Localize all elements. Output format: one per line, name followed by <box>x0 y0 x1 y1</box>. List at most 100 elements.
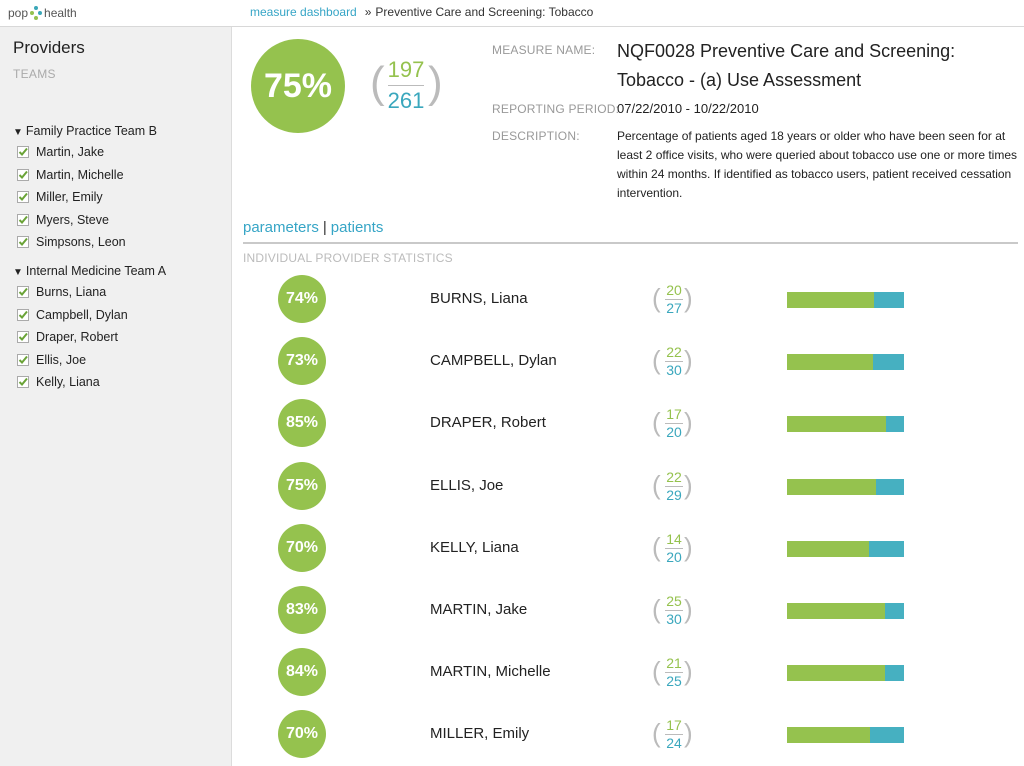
progress-bar-fill <box>787 416 886 433</box>
progress-bar-fill <box>787 665 885 682</box>
provider-numerator: 17 <box>666 406 682 423</box>
checkbox-checked-icon[interactable] <box>17 376 29 389</box>
checkbox-checked-icon[interactable] <box>17 331 29 344</box>
provider-progress-bar <box>787 416 904 433</box>
checkbox-checked-icon[interactable] <box>17 146 29 158</box>
provider-stat-name[interactable]: MILLER, Emily <box>430 725 529 742</box>
provider-stat-row[interactable]: 75% ELLIS, Joe (22 29) <box>240 461 1020 512</box>
open-paren: ( <box>652 345 661 376</box>
open-paren: ( <box>652 594 661 624</box>
provider-percent-circle: 73% <box>278 337 326 386</box>
fraction-line <box>388 85 424 86</box>
provider-stat-name[interactable]: DRAPER, Robert <box>430 414 546 431</box>
provider-stat-row[interactable]: 70% MILLER, Emily (17 24) <box>240 710 1020 760</box>
view-tabs: parameters | patients <box>243 219 383 236</box>
provider-progress-bar <box>787 603 904 619</box>
provider-stat-row[interactable]: 84% MARTIN, Michelle (21 25) <box>240 648 1020 698</box>
sidebar-provider-item[interactable]: Kelly, Liana <box>17 375 100 389</box>
close-paren: ) <box>684 594 693 624</box>
provider-stat-row[interactable]: 70% KELLY, Liana (14 20) <box>240 523 1020 574</box>
pophealth-logo[interactable]: pop health <box>8 2 77 24</box>
tab-parameters[interactable]: parameters <box>243 219 319 236</box>
provider-stat-name[interactable]: ELLIS, Joe <box>430 477 503 494</box>
provider-stat-row[interactable]: 85% DRAPER, Robert (17 20) <box>240 399 1020 449</box>
provider-numerator: 22 <box>666 344 682 361</box>
provider-numerator: 17 <box>666 717 682 734</box>
close-paren: ) <box>684 531 693 562</box>
provider-stat-name[interactable]: CAMPBELL, Dylan <box>430 352 557 369</box>
provider-stat-row[interactable]: 74% BURNS, Liana (20 27) <box>240 275 1020 325</box>
breadcrumb-current: Preventive Care and Screening: Tobacco <box>375 5 594 19</box>
measure-description: Percentage of patients aged 18 years or … <box>617 129 1017 200</box>
checkbox-checked-icon[interactable] <box>17 191 29 204</box>
provider-progress-bar <box>787 727 904 744</box>
sidebar-provider-item[interactable]: Martin, Michelle <box>17 168 124 182</box>
provider-denominator: 20 <box>666 424 682 441</box>
checkbox-checked-icon[interactable] <box>17 353 29 366</box>
close-paren: ) <box>428 58 443 107</box>
sidebar-provider-item[interactable]: Martin, Jake <box>17 145 104 159</box>
provider-name: Ellis, Joe <box>36 352 87 367</box>
sidebar-teams-heading: TEAMS <box>13 67 56 81</box>
provider-name: Simpsons, Leon <box>36 235 126 250</box>
expand-triangle-icon[interactable]: ▼ <box>13 127 23 138</box>
provider-stat-name[interactable]: BURNS, Liana <box>430 290 528 307</box>
progress-bar-fill <box>787 354 873 371</box>
measure-name: NQF0028 Preventive Care and Screening: T… <box>617 41 956 90</box>
open-paren: ( <box>370 58 385 107</box>
team-header[interactable]: ▼ Family Practice Team B <box>13 124 157 138</box>
open-paren: ( <box>652 407 661 438</box>
provider-stat-row[interactable]: 73% CAMPBELL, Dylan (22 30) <box>240 337 1020 387</box>
sidebar-provider-item[interactable]: Burns, Liana <box>17 285 106 299</box>
checkbox-checked-icon[interactable] <box>17 286 29 298</box>
close-paren: ) <box>684 656 693 687</box>
provider-stat-name[interactable]: KELLY, Liana <box>430 539 519 556</box>
breadcrumb-measure-dashboard-link[interactable]: measure dashboard <box>250 5 357 19</box>
provider-denominator: 30 <box>666 362 682 379</box>
provider-stat-name[interactable]: MARTIN, Jake <box>430 601 527 618</box>
provider-progress-bar <box>787 354 904 371</box>
close-paren: ) <box>684 718 693 749</box>
checkbox-checked-icon[interactable] <box>17 168 29 181</box>
provider-stat-name[interactable]: MARTIN, Michelle <box>430 663 551 680</box>
provider-stats-heading: INDIVIDUAL PROVIDER STATISTICS <box>243 251 453 265</box>
sidebar-provider-item[interactable]: Draper, Robert <box>17 330 118 344</box>
provider-stat-row[interactable]: 83% MARTIN, Jake (25 30) <box>240 586 1020 636</box>
progress-bar-fill <box>787 540 869 557</box>
sidebar-provider-item[interactable]: Ellis, Joe <box>17 353 86 367</box>
logo-text-health: health <box>44 6 77 20</box>
logo-dots-icon <box>30 5 43 21</box>
provider-fraction: (14 20) <box>650 529 696 569</box>
sidebar-provider-item[interactable]: Simpsons, Leon <box>17 235 126 249</box>
sidebar-provider-item[interactable]: Miller, Emily <box>17 190 103 204</box>
expand-triangle-icon[interactable]: ▼ <box>13 267 23 278</box>
close-paren: ) <box>684 283 693 313</box>
provider-denominator: 24 <box>666 735 682 752</box>
provider-fraction: (21 25) <box>650 653 696 693</box>
checkbox-checked-icon[interactable] <box>17 236 29 249</box>
provider-name: Martin, Jake <box>36 145 105 159</box>
tab-patients[interactable]: patients <box>331 219 384 236</box>
provider-name: Campbell, Dylan <box>36 307 128 322</box>
team-name: Internal Medicine Team A <box>25 264 167 278</box>
provider-percent-circle: 70% <box>278 710 326 759</box>
provider-fraction: (25 30) <box>650 591 696 631</box>
provider-percent-circle: 84% <box>278 648 326 697</box>
measure-fraction: ( 197 261 ) <box>370 55 443 117</box>
sidebar-provider-item[interactable]: Myers, Steve <box>17 213 109 227</box>
progress-bar-fill <box>787 727 870 744</box>
checkbox-checked-icon[interactable] <box>17 308 29 321</box>
open-paren: ( <box>652 469 661 500</box>
description-label: DESCRIPTION: <box>492 129 580 143</box>
checkbox-checked-icon[interactable] <box>17 213 29 226</box>
close-paren: ) <box>684 345 693 376</box>
provider-progress-bar <box>787 292 904 308</box>
provider-numerator: 22 <box>666 468 682 485</box>
provider-denominator: 20 <box>666 548 682 565</box>
sidebar-title: Providers <box>13 38 85 57</box>
team-header[interactable]: ▼ Internal Medicine Team A <box>13 264 166 278</box>
provider-percent-circle: 75% <box>278 461 326 510</box>
sidebar-provider-item[interactable]: Campbell, Dylan <box>17 308 128 322</box>
breadcrumb: measure dashboard » Preventive Care and Sc… <box>250 5 593 19</box>
open-paren: ( <box>652 531 661 562</box>
